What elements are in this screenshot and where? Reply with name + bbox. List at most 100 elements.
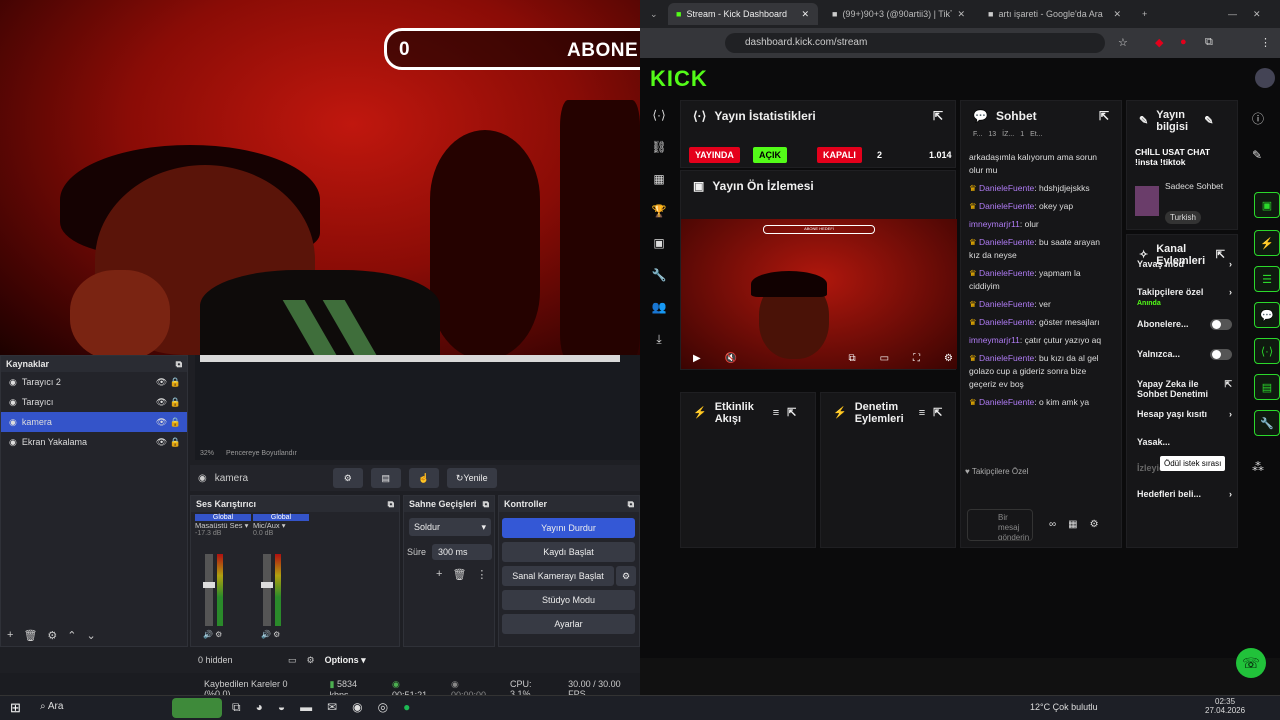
popout-icon[interactable]: ⇱ — [787, 407, 796, 419]
gift-icon[interactable]: ▦ — [1068, 519, 1077, 530]
channel-action[interactable]: Hedefleri beli... › — [1137, 489, 1232, 499]
theater-icon[interactable]: ▭ — [880, 353, 889, 364]
refresh-button[interactable]: ↻ Yenile — [446, 468, 497, 488]
chat-button[interactable]: 💬 — [1254, 302, 1280, 328]
virtual-cam-settings-icon[interactable]: ⚙ — [616, 566, 636, 586]
kick-logo[interactable]: KICK — [650, 66, 708, 92]
chat-username[interactable]: DanieleFuente — [979, 317, 1034, 327]
mute-icon[interactable]: 🔇 — [725, 353, 737, 364]
browser-tab[interactable]: ■ artı işareti - Google'da Ara ✕ — [980, 3, 1130, 25]
channel-action[interactable]: Hesap yaşı kısıtı › — [1137, 409, 1232, 419]
windows-start-icon[interactable]: ⊞ — [10, 700, 21, 716]
control-button[interactable]: Sanal Kamerayı Başlat — [502, 566, 614, 586]
link-icon[interactable]: ⛓ — [650, 140, 668, 158]
chat-username[interactable]: DanieleFuente — [979, 268, 1034, 278]
popout-icon[interactable]: ⇱ — [933, 109, 943, 123]
search-box[interactable]: ⌕ Ara — [40, 701, 63, 712]
delete-source-icon[interactable]: 🗑 — [23, 629, 37, 642]
chart-icon[interactable]: ▦ — [650, 172, 668, 190]
channel-action[interactable]: Takipçilere özel Anında › — [1137, 287, 1232, 309]
list-button[interactable]: ☰ — [1254, 266, 1280, 292]
reward-icon[interactable]: ⁂ — [1252, 460, 1264, 474]
visibility-eye-icon[interactable]: 👁 🔒 — [156, 417, 181, 428]
copilot-icon[interactable]: ◕ — [256, 700, 263, 715]
control-button[interactable]: Yayını Durdur — [502, 518, 635, 538]
close-tab-icon[interactable]: ✕ — [1113, 9, 1121, 20]
transition-select[interactable]: Soldur ▾ — [409, 518, 491, 536]
wrench-icon[interactable]: 🔧 — [650, 268, 668, 286]
broadcast-icon[interactable]: ⟨·⟩ — [650, 108, 668, 126]
config-icon[interactable]: ⚙ — [307, 655, 315, 666]
visibility-eye-icon[interactable]: 👁 🔒 — [156, 397, 181, 408]
visibility-eye-icon[interactable]: 👁 🔒 — [156, 437, 181, 448]
close-window-icon[interactable]: ✕ — [1245, 3, 1261, 25]
flash-button[interactable]: ⚡ — [1254, 230, 1280, 256]
volume-slider[interactable] — [203, 554, 215, 626]
outlook-icon[interactable]: ✉ — [327, 700, 337, 715]
weather[interactable]: 12°C Çok bulutlu — [1030, 702, 1098, 712]
chat-username[interactable]: DanieleFuente — [979, 183, 1034, 193]
control-button[interactable]: Kaydı Başlat — [502, 542, 635, 562]
download-icon[interactable]: ⤓ — [650, 332, 668, 350]
chat-username[interactable]: DanieleFuente — [979, 353, 1034, 363]
preview-video[interactable]: ABONE HEDEFİ ▶ 🔇 ⧉ ▭ ⛶ ⚙ — [681, 219, 957, 369]
chat-username[interactable]: DanieleFuente — [979, 201, 1034, 211]
preview-canvas[interactable]: 32% Pencereye Boyutlandır — [195, 355, 640, 460]
info-icon[interactable]: ⓘ — [1252, 110, 1264, 127]
explorer-icon[interactable]: ▬ — [300, 700, 312, 715]
zoom-level[interactable]: 32% — [200, 450, 214, 457]
chat-username[interactable]: imneymarjr11 — [969, 219, 1020, 229]
users-icon[interactable]: 👥 — [650, 300, 668, 318]
spotify-icon[interactable]: ● — [403, 700, 410, 715]
options-dropdown[interactable]: Options ▾ — [325, 655, 366, 666]
chat-filter-tab[interactable]: 13 — [988, 131, 996, 145]
chat-username[interactable]: DanieleFuente — [979, 397, 1034, 407]
minimize-icon[interactable]: — — [1220, 3, 1237, 25]
avatar[interactable] — [1255, 68, 1275, 88]
channel-action[interactable]: Yapay Zeka ile Sohbet Denetimi ⇱ — [1137, 379, 1232, 399]
chat-settings-icon[interactable]: ⚙ — [1090, 519, 1099, 530]
fullscreen-icon[interactable]: ⛶ — [913, 353, 920, 364]
more-icon[interactable]: ⋮ — [476, 568, 487, 581]
volume-slider[interactable] — [261, 554, 273, 626]
chat-input[interactable]: Bir mesaj gönderin — [967, 509, 1033, 541]
properties-button[interactable]: ⚙ — [332, 468, 363, 488]
control-button[interactable]: Stüdyo Modu — [502, 590, 635, 610]
layout-icon[interactable]: ▭ — [288, 655, 297, 666]
channel-action[interactable]: Yavaş mod › — [1137, 259, 1232, 269]
control-button[interactable]: Ayarlar — [502, 614, 635, 634]
channel-action[interactable]: Abonelere... — [1137, 319, 1232, 330]
close-tab-icon[interactable]: ✕ — [801, 9, 809, 20]
channel-action[interactable]: Yalnızca... — [1137, 349, 1232, 360]
extension-icon-2[interactable]: ● — [1180, 36, 1187, 48]
duration-input[interactable]: 300 ms — [432, 544, 493, 560]
toggle-switch[interactable] — [1210, 319, 1232, 330]
chat-filter-tab[interactable]: İZ... — [1002, 131, 1014, 145]
move-up-icon[interactable]: ⌃ — [67, 629, 76, 642]
popout-icon[interactable]: ⇱ — [1099, 109, 1109, 123]
video-icon[interactable]: ▣ — [650, 236, 668, 254]
chat-filter-tab[interactable]: Et... — [1030, 131, 1042, 145]
channel-action[interactable]: Yasak... — [1137, 437, 1232, 447]
extension-icon[interactable]: ◆ — [1155, 36, 1163, 49]
fit-mode[interactable]: Pencereye Boyutlandır — [226, 450, 297, 457]
chat-username[interactable]: DanieleFuente — [979, 237, 1034, 247]
mute-speaker-icon[interactable]: 🔊 ⚙ — [203, 630, 222, 639]
add-transition-icon[interactable]: + — [436, 568, 442, 581]
clock[interactable]: 02:35 27.04.2026 — [1205, 697, 1245, 715]
broadcast-button[interactable]: ⟨·⟩ — [1254, 338, 1280, 364]
pip-icon[interactable]: ⧉ — [848, 353, 855, 364]
edit-icon[interactable]: ✎ — [1252, 148, 1262, 162]
extensions-puzzle-icon[interactable]: ⧉ — [1205, 36, 1213, 49]
layout-button[interactable]: ▤ — [1254, 374, 1280, 400]
qr-button[interactable]: ▣ — [1254, 192, 1280, 218]
new-tab-icon[interactable]: + — [1134, 3, 1147, 25]
chat-username[interactable]: imneymarjr11 — [969, 335, 1020, 345]
add-source-icon[interactable]: + — [7, 629, 13, 642]
popout-icon[interactable]: ⇱ — [933, 407, 942, 419]
obs-icon[interactable]: ◉ — [352, 700, 362, 715]
chat-filter-tab[interactable]: 1 — [1020, 131, 1024, 145]
filter-icon[interactable]: ≡ — [773, 407, 779, 419]
settings-icon[interactable]: ⚙ — [47, 629, 57, 642]
tool-button[interactable]: 🔧 — [1254, 410, 1280, 436]
